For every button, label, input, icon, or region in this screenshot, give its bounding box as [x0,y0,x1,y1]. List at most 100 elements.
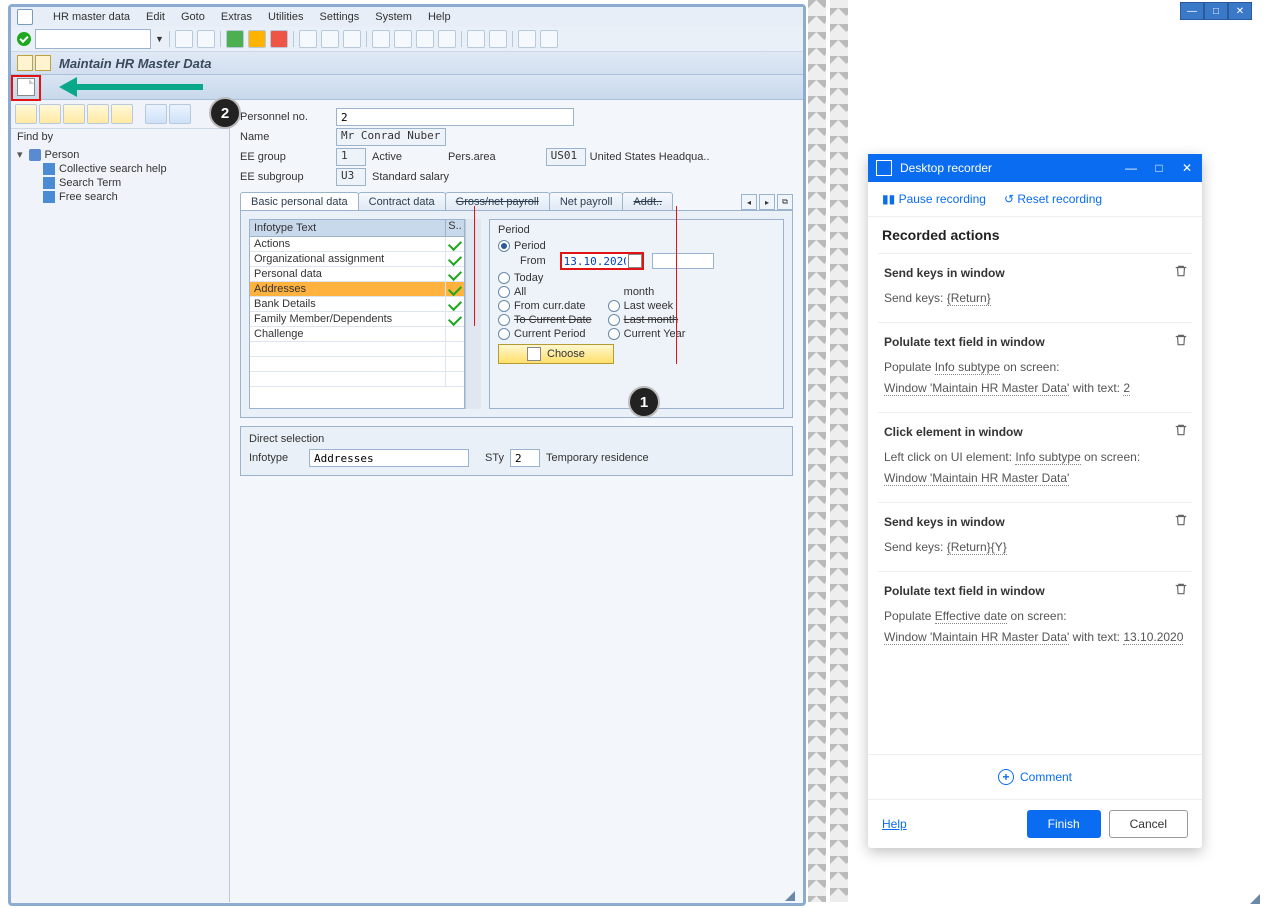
tab-list-icon[interactable]: ⧉ [777,194,793,210]
tab-contract[interactable]: Contract data [358,192,446,210]
cancel-button[interactable]: Cancel [1109,810,1188,838]
delete-icon[interactable] [1174,264,1188,278]
recorded-actions-heading: Recorded actions [868,217,1202,253]
save-icon[interactable] [197,30,215,48]
maximize-button[interactable]: □ [1152,161,1166,175]
menu-item[interactable]: Edit [146,11,165,23]
minimize-button[interactable]: — [1124,161,1138,175]
prev-page-icon[interactable] [394,30,412,48]
action-card[interactable]: Click element in windowLeft click on UI … [878,412,1192,502]
to-date-input[interactable] [652,253,714,269]
minimize-button[interactable]: — [1180,2,1204,20]
delete-icon[interactable] [1174,333,1188,347]
delete-icon[interactable] [1174,513,1188,527]
layout-icon[interactable] [540,30,558,48]
tab-scroll-right-icon[interactable]: ▸ [759,194,775,210]
nav-back-icon[interactable] [226,30,244,48]
radio-curr-year[interactable] [608,328,620,340]
back-icon[interactable] [175,30,193,48]
collapse-icon[interactable] [169,104,191,124]
finish-button[interactable]: Finish [1027,810,1101,838]
action-card[interactable]: Send keys in windowSend keys: {Return} [878,253,1192,322]
tree-node[interactable]: Free search [39,190,227,204]
personnel-no-input[interactable] [336,108,574,126]
help-link[interactable]: Help [882,817,907,831]
table-row[interactable]: Actions [250,237,464,252]
fav-icon[interactable] [63,104,85,124]
tree-node-person[interactable]: Person [13,147,227,162]
first-page-icon[interactable] [372,30,390,48]
tab-gross[interactable]: Gross/net payroll [445,192,550,210]
delete-icon[interactable] [1174,423,1188,437]
enter-icon[interactable] [17,32,31,46]
radio-all[interactable] [498,286,510,298]
table-row[interactable]: Family Member/Dependents [250,312,464,327]
menu-item[interactable]: Extras [221,11,252,23]
nav-exit-icon[interactable] [248,30,266,48]
radio-last-month[interactable] [608,314,620,326]
fav2-icon[interactable] [87,104,109,124]
radio-to-curr[interactable] [498,314,510,326]
tab-addt[interactable]: Addt.. [622,192,673,210]
radio-today[interactable] [498,272,510,284]
resize-handle-icon[interactable] [1250,894,1260,904]
radio-from-curr[interactable] [498,300,510,312]
nav-right-icon[interactable] [39,104,61,124]
choose-button[interactable]: Choose [498,344,614,364]
action-card[interactable]: Polulate text field in windowPopulate In… [878,322,1192,412]
radio-period[interactable] [498,240,510,252]
fav3-icon[interactable] [111,104,133,124]
command-field[interactable] [35,29,151,49]
next-page-icon[interactable] [416,30,434,48]
close-button[interactable]: ✕ [1228,2,1252,20]
find-icon[interactable] [321,30,339,48]
menu-item[interactable]: Help [428,11,451,23]
tree-node[interactable]: Search Term [39,176,227,190]
from-date-input[interactable] [562,254,628,268]
action-card[interactable]: Send keys in windowSend keys: {Return}{Y… [878,502,1192,571]
action-list[interactable]: Send keys in windowSend keys: {Return}Po… [868,253,1202,754]
table-row[interactable]: Challenge [250,327,464,342]
close-button[interactable]: ✕ [1180,161,1194,175]
tree-node[interactable]: Collective search help [39,162,227,176]
table-row[interactable]: Bank Details [250,297,464,312]
last-page-icon[interactable] [438,30,456,48]
menu-item[interactable]: System [375,11,412,23]
help-icon[interactable] [518,30,536,48]
add-comment-button[interactable]: +Comment [868,754,1202,799]
print-icon[interactable] [299,30,317,48]
table-row[interactable]: Organizational assignment [250,252,464,267]
maximize-button[interactable]: □ [1204,2,1228,20]
delete-icon[interactable] [1174,582,1188,596]
tab-scroll-left-icon[interactable]: ◂ [741,194,757,210]
radio-curr-period[interactable] [498,328,510,340]
infotype-input[interactable] [309,449,469,467]
nav-cancel-icon[interactable] [270,30,288,48]
find-next-icon[interactable] [343,30,361,48]
menu-item[interactable]: HR master data [53,11,130,23]
new-session-icon[interactable] [467,30,485,48]
table-row[interactable]: Personal data [250,267,464,282]
nav-left-icon[interactable] [15,104,37,124]
shortcut-icon[interactable] [489,30,507,48]
tab-basic[interactable]: Basic personal data [240,192,359,210]
resize-handle-icon[interactable] [785,891,795,901]
menu-item[interactable]: Goto [181,11,205,23]
from-date-field[interactable] [560,252,644,270]
radio-last-week[interactable] [608,300,620,312]
create-button[interactable] [17,78,35,96]
card-title: Click element in window [884,425,1186,439]
reset-button[interactable]: ↺ Reset recording [1004,192,1102,206]
menu-item[interactable]: Settings [320,11,360,23]
action-card[interactable]: Polulate text field in windowPopulate Ef… [878,571,1192,661]
menu-item[interactable]: Utilities [268,11,303,23]
sty-input[interactable] [510,449,540,467]
findby-label: Find by [11,129,229,145]
tab-net[interactable]: Net payroll [549,192,624,210]
calendar-icon[interactable] [628,254,642,268]
table-row[interactable]: Addresses [250,282,464,297]
pause-button[interactable]: ▮▮ Pause recording [882,192,986,206]
menu-icon[interactable] [17,9,33,25]
table-scrollbar[interactable] [465,219,481,409]
expand-icon[interactable] [145,104,167,124]
